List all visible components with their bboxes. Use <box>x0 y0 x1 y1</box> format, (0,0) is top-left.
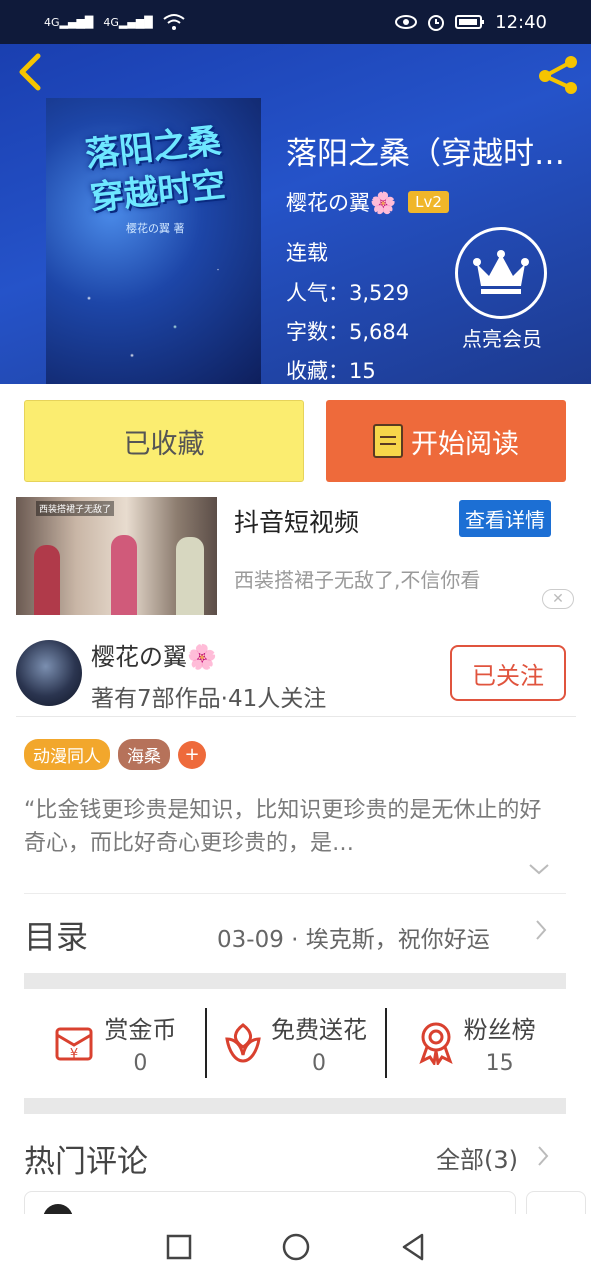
word-count: 字数：5,684 <box>286 320 410 344</box>
reward-coin-button[interactable]: ¥ 赏金币 0 <box>24 1004 205 1082</box>
chevron-left-icon <box>19 53 41 91</box>
status-bar: 4G▂▄▆█ 4G▂▄▆█ 12:40 <box>0 0 591 44</box>
start-reading-label: 开始阅读 <box>411 428 519 460</box>
battery-icon <box>455 15 485 29</box>
ad-banner[interactable]: 西装搭裙子无敌了 抖音短视频 查看详情 西装搭裙子无敌了,不信你看 ✕ <box>16 497 576 615</box>
section-divider <box>24 973 566 989</box>
serial-status: 连载 <box>286 241 328 265</box>
system-nav-bar <box>0 1214 591 1280</box>
author-name: 樱花の翼🌸 <box>286 191 397 215</box>
avatar[interactable] <box>16 640 82 706</box>
favorite-count: 收藏：15 <box>286 359 376 383</box>
tag-item[interactable]: 动漫同人 <box>24 739 110 770</box>
eye-icon <box>395 15 418 29</box>
clock-time: 12:40 <box>495 11 547 33</box>
toc-label: 目录 <box>24 918 89 956</box>
book-detail-content: 已收藏 开始阅读 西装搭裙子无敌了 抖音短视频 查看详情 西装搭裙子无敌了,不信… <box>0 384 591 1231</box>
chevron-right-icon <box>536 1144 550 1174</box>
author-row[interactable]: 樱花の翼🌸 Lv2 <box>286 187 449 217</box>
tag-item[interactable]: 海桑 <box>118 739 170 770</box>
stat-value: 0 <box>312 1051 326 1076</box>
award-ribbon-icon <box>419 1022 453 1065</box>
chevron-right-icon <box>534 918 548 948</box>
close-ad-icon[interactable]: ✕ <box>542 589 574 609</box>
ad-thumbnail: 西装搭裙子无敌了 <box>16 497 217 615</box>
ad-title: 抖音短视频 <box>234 508 360 537</box>
share-button[interactable] <box>535 54 583 94</box>
stat-label: 免费送花 <box>271 1016 367 1044</box>
latest-chapter: 03-09 · 埃克斯，祝你好运 <box>217 927 490 953</box>
all-comments-link[interactable]: 全部(3) <box>436 1140 518 1175</box>
follow-button[interactable]: 已关注 <box>450 645 566 701</box>
home-button[interactable] <box>276 1227 316 1267</box>
back-nav-button[interactable] <box>393 1227 433 1267</box>
start-reading-button[interactable]: 开始阅读 <box>326 400 566 482</box>
alarm-icon <box>428 15 445 31</box>
author-card-subtitle: 著有7部作品·41人关注 <box>91 686 327 712</box>
signal-icon-1: 4G▂▄▆█ <box>44 15 94 29</box>
flower-icon <box>225 1023 261 1063</box>
hot-comments-title: 热门评论 <box>24 1144 148 1180</box>
book-icon <box>373 424 403 458</box>
share-icon <box>539 56 577 94</box>
level-badge: Lv2 <box>408 191 449 213</box>
red-envelope-yuan-icon: ¥ <box>55 1027 93 1062</box>
collected-button[interactable]: 已收藏 <box>24 400 304 482</box>
svg-text:¥: ¥ <box>70 1047 78 1062</box>
vip-button[interactable]: 点亮会员 <box>455 227 549 352</box>
table-of-contents-row[interactable]: 目录 03-09 · 埃克斯，祝你好运 <box>24 893 566 973</box>
free-flower-button[interactable]: 免费送花 0 <box>204 1004 386 1082</box>
book-header: 落阳之桑 穿越时空 樱花の翼 著 落阳之桑（穿越时空） 樱花の翼🌸 Lv2 连载… <box>0 44 591 384</box>
book-intro[interactable]: “比金钱更珍贵是知识，比知识更珍贵的是无休止的好奇心，而比好奇心更珍贵的，是… <box>24 794 554 860</box>
vip-label: 点亮会员 <box>462 327 542 351</box>
signal-icon-2: 4G▂▄▆█ <box>103 15 153 29</box>
square-icon <box>166 1234 191 1260</box>
add-tag-button[interactable]: + <box>178 740 206 769</box>
tag-list: 动漫同人 海桑 + <box>24 739 206 770</box>
popularity: 人气：3,529 <box>286 281 410 305</box>
book-title: 落阳之桑（穿越时空） <box>286 136 586 172</box>
wifi-icon <box>163 14 185 30</box>
cover-author: 樱花の翼 著 <box>126 222 185 235</box>
book-cover[interactable]: 落阳之桑 穿越时空 樱花の翼 著 <box>46 98 261 384</box>
crown-icon <box>455 227 547 319</box>
stat-label: 赏金币 <box>104 1016 177 1044</box>
stat-value: 0 <box>133 1051 148 1076</box>
view-details-button[interactable]: 查看详情 <box>459 500 551 537</box>
section-divider <box>24 1098 566 1114</box>
triangle-back-icon <box>402 1233 423 1261</box>
circle-icon <box>282 1233 309 1261</box>
chevron-down-icon[interactable] <box>528 860 550 882</box>
author-card[interactable]: 樱花の翼🌸 著有7部作品·41人关注 已关注 <box>16 637 576 717</box>
ad-thumbnail-caption: 西装搭裙子无敌了 <box>36 501 115 516</box>
back-button[interactable] <box>16 52 56 92</box>
ad-description: 西装搭裙子无敌了,不信你看 <box>234 568 481 592</box>
recent-apps-button[interactable] <box>159 1227 199 1267</box>
stat-label: 粉丝榜 <box>463 1016 536 1044</box>
stats-row: ¥ 赏金币 0 免费送花 0 粉丝榜 15 <box>24 1004 566 1082</box>
stat-value: 15 <box>485 1051 514 1076</box>
fan-ranking-button[interactable]: 粉丝榜 15 <box>385 1004 566 1082</box>
author-card-name: 樱花の翼🌸 <box>91 643 217 671</box>
